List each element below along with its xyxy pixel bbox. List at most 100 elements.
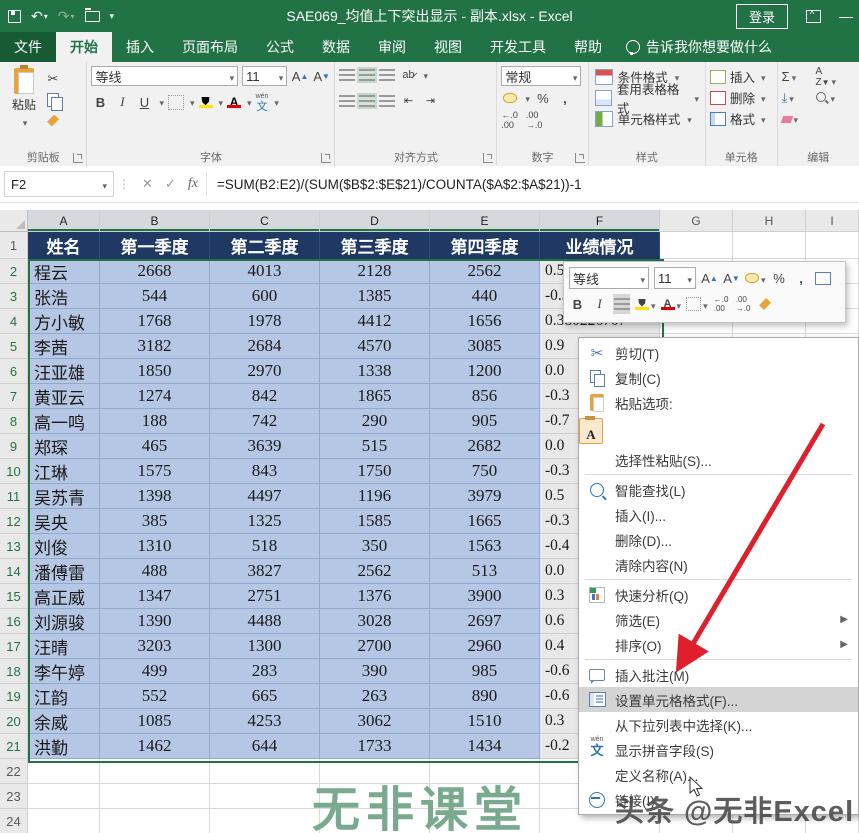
header-cell-B1[interactable]: 第一季度 [100, 232, 210, 259]
mini-italic-button[interactable]: I [591, 294, 608, 314]
row-header-9[interactable]: 9 [0, 434, 28, 459]
cell-A15[interactable]: 高正威 [28, 584, 100, 609]
mini-bold-button[interactable]: B [569, 294, 586, 314]
insert-cells-button[interactable]: 插入 [709, 66, 773, 87]
fill-button[interactable]: ⤓ [782, 90, 816, 106]
cell-E16[interactable]: 2697 [430, 609, 540, 634]
name-box[interactable]: F2 [4, 171, 114, 197]
cell-B11[interactable]: 1398 [100, 484, 210, 509]
cell-B24[interactable] [100, 809, 210, 833]
cell-B8[interactable]: 188 [100, 409, 210, 434]
cell-C16[interactable]: 4488 [210, 609, 320, 634]
mini-font-name-combo[interactable]: 等线 [569, 267, 649, 289]
cell-A23[interactable] [28, 784, 100, 809]
align-left-icon[interactable] [339, 94, 356, 107]
cancel-icon[interactable]: ✕ [142, 176, 153, 192]
row-header-1[interactable]: 1 [0, 232, 28, 259]
cell-A24[interactable] [28, 809, 100, 833]
column-header-G[interactable]: G [660, 210, 733, 232]
cut-icon[interactable]: ✂ [44, 70, 62, 87]
cell-E14[interactable]: 513 [430, 559, 540, 584]
cell-B9[interactable]: 465 [100, 434, 210, 459]
tab-8[interactable]: 开发工具 [476, 32, 560, 62]
cell-E11[interactable]: 3979 [430, 484, 540, 509]
column-header-C[interactable]: C [210, 210, 320, 232]
menu-item-18[interactable]: 文显示拼音字段(S) [579, 737, 858, 762]
decrease-decimal-icon[interactable]: .00 →.0 [526, 110, 543, 130]
mini-decrease-decimal-icon[interactable]: .00 →.0 [735, 294, 752, 314]
row-header-17[interactable]: 17 [0, 634, 28, 659]
cell-D19[interactable]: 263 [320, 684, 430, 709]
mini-font-color-icon[interactable]: A [660, 294, 682, 314]
cell-A11[interactable]: 吴苏青 [28, 484, 100, 509]
cell-B13[interactable]: 1310 [100, 534, 210, 559]
cell-C5[interactable]: 2684 [210, 334, 320, 359]
mini-percent-icon[interactable]: % [771, 268, 788, 288]
cell-A19[interactable]: 江韵 [28, 684, 100, 709]
menu-item-9[interactable]: 清除内容(N) [579, 552, 858, 577]
cell-D11[interactable]: 1196 [320, 484, 430, 509]
menu-item-11[interactable]: 快速分析(Q) [579, 582, 858, 607]
find-select-button[interactable] [815, 90, 850, 105]
cell-B21[interactable]: 1462 [100, 734, 210, 759]
cell-C19[interactable]: 665 [210, 684, 320, 709]
cell-D16[interactable]: 3028 [320, 609, 430, 634]
cell-D3[interactable]: 1385 [320, 284, 430, 309]
cell-E4[interactable]: 1656 [430, 309, 540, 334]
row-header-12[interactable]: 12 [0, 509, 28, 534]
shrink-font-icon[interactable]: A ▼ [313, 68, 331, 85]
column-header-I[interactable]: I [806, 210, 859, 232]
cell-E13[interactable]: 1563 [430, 534, 540, 559]
tab-0[interactable]: 文件 [0, 32, 56, 62]
mini-increase-decimal-icon[interactable]: ←.0.00 [713, 294, 730, 314]
mini-accounting-icon[interactable] [745, 268, 766, 288]
cell-C4[interactable]: 1978 [210, 309, 320, 334]
cell-E18[interactable]: 985 [430, 659, 540, 684]
cell-E3[interactable]: 440 [430, 284, 540, 309]
header-cell-D1[interactable]: 第三季度 [320, 232, 430, 259]
tab-2[interactable]: 插入 [112, 32, 168, 62]
column-header-D[interactable]: D [320, 210, 430, 232]
cell-A22[interactable] [28, 759, 100, 784]
phonetic-icon[interactable]: wén 文 [256, 92, 269, 113]
formula-bar-handle[interactable]: ⋮ [118, 177, 130, 191]
cell-D18[interactable]: 390 [320, 659, 430, 684]
menu-item-6[interactable]: 智能查找(L) [579, 477, 858, 502]
tab-1[interactable]: 开始 [56, 32, 112, 62]
number-format-combo[interactable]: 常规 [501, 66, 582, 86]
fill-color-icon[interactable]: ⛊ [198, 96, 213, 108]
cell-C20[interactable]: 4253 [210, 709, 320, 734]
autosum-button[interactable]: Σ [782, 69, 816, 84]
cell-E9[interactable]: 2682 [430, 434, 540, 459]
cell-A2[interactable]: 程云 [28, 259, 100, 284]
alignment-dialog-launcher[interactable] [483, 153, 494, 163]
accounting-format-icon[interactable] [501, 90, 519, 107]
paste-values-icon[interactable]: A [579, 416, 603, 444]
format-as-table-button[interactable]: 套用表格格式 [593, 83, 701, 116]
row-header-2[interactable]: 2 [0, 259, 28, 284]
cell-A13[interactable]: 刘俊 [28, 534, 100, 559]
header-cell-A1[interactable]: 姓名 [28, 232, 100, 259]
cell-D14[interactable]: 2562 [320, 559, 430, 584]
menu-item-19[interactable]: 定义名称(A)... [579, 762, 858, 787]
row-header-22[interactable]: 22 [0, 759, 28, 784]
paste-button[interactable]: 粘贴 [4, 64, 44, 130]
cell-D21[interactable]: 1733 [320, 734, 430, 759]
cell-D5[interactable]: 4570 [320, 334, 430, 359]
cell-D8[interactable]: 290 [320, 409, 430, 434]
mini-format-painter-icon[interactable] [757, 294, 774, 314]
cell-B10[interactable]: 1575 [100, 459, 210, 484]
cell-D7[interactable]: 1865 [320, 384, 430, 409]
row-header-6[interactable]: 6 [0, 359, 28, 384]
column-header-F[interactable]: F [540, 210, 660, 232]
row-header-5[interactable]: 5 [0, 334, 28, 359]
cell-C14[interactable]: 3827 [210, 559, 320, 584]
comma-style-icon[interactable]: , [556, 90, 574, 107]
clipboard-dialog-launcher[interactable] [73, 153, 84, 163]
row-header-7[interactable]: 7 [0, 384, 28, 409]
row-header-23[interactable]: 23 [0, 784, 28, 809]
font-size-combo[interactable]: 11 [242, 66, 288, 86]
cell-D10[interactable]: 1750 [320, 459, 430, 484]
grow-font-icon[interactable]: A ▲ [291, 68, 309, 85]
cell-A18[interactable]: 李午婷 [28, 659, 100, 684]
